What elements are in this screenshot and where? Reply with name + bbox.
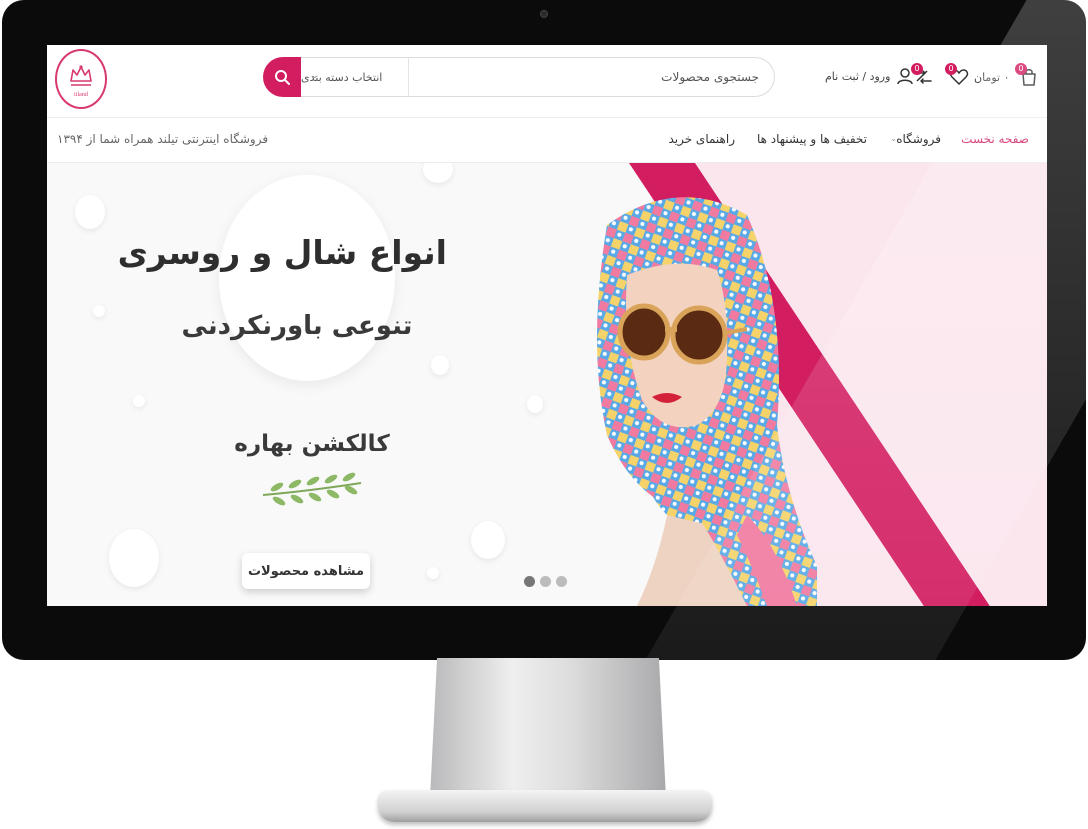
monitor-bezel: tiland ⌄ انتخاب دسته بندی ورود / ثبت نام [2,0,1086,660]
decor-bubble [93,305,105,317]
decor-bubble [471,521,505,559]
leaf-branch-icon [262,472,362,506]
crown-icon [70,64,92,86]
hero-title-circle [219,175,395,381]
decor-bubble [427,567,439,579]
decor-bubble [75,195,105,229]
wishlist-count-badge: 0 [945,63,957,75]
site-header: tiland ⌄ انتخاب دسته بندی ورود / ثبت نام [47,45,1047,118]
chevron-down-icon: ⌄ [311,71,319,81]
decor-bubble [431,355,449,375]
search-bar: ⌄ انتخاب دسته بندی [301,57,775,97]
cart-count-badge: 0 [1015,63,1027,75]
search-icon [275,70,290,85]
store-tagline: فروشگاه اینترنتی تیلند همراه شما از ۱۳۹۴ [57,132,269,146]
slider-dot-1[interactable] [524,576,535,587]
decor-bubble [423,163,453,183]
view-products-button[interactable]: مشاهده محصولات [242,553,370,589]
category-select[interactable]: ⌄ انتخاب دسته بندی [301,58,409,96]
hero-title: انواع شال و روسری [117,233,447,272]
model-with-scarf-image [597,197,817,606]
cart-total: ۰ تومان [974,71,1010,84]
nav-item-offers[interactable]: تخفیف ها و پیشنهاد ها [757,132,867,146]
main-nav: صفحه نخست فروشگاه ⌄ تخفیف ها و پیشنهاد ه… [47,118,1047,163]
logo-text: tiland [74,91,88,98]
webcam [540,10,548,18]
decor-bubble [133,395,145,407]
chevron-down-icon: ⌄ [890,134,897,143]
monitor-stand-neck [430,658,666,798]
hero-subtitle: تنوعی باورنکردنی [181,311,413,341]
browser-screen: tiland ⌄ انتخاب دسته بندی ورود / ثبت نام [47,45,1047,606]
search-button[interactable] [263,57,301,97]
decor-bubble [527,395,543,413]
compare-count-badge: 0 [911,63,923,75]
monitor-stand-base [378,790,712,822]
hero-collection-label: کالکشن بهاره [234,431,390,457]
site-logo[interactable]: tiland [55,49,107,109]
nav-item-guide[interactable]: راهنمای خرید [668,132,735,146]
nav-item-home[interactable]: صفحه نخست [961,132,1029,146]
search-input[interactable] [411,58,767,96]
login-link[interactable]: ورود / ثبت نام [825,67,914,85]
nav-item-shop[interactable]: فروشگاه [896,132,941,146]
hero-slider: انواع شال و روسری تنوعی باورنکردنی کالکش… [47,163,1047,606]
decor-bubble [109,529,159,587]
login-label: ورود / ثبت نام [825,69,891,83]
